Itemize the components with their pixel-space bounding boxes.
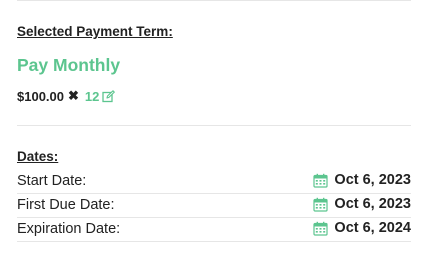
times-icon: ✖ xyxy=(68,88,79,103)
payment-amount-line: $100.00 ✖ 12 xyxy=(17,87,116,105)
payment-term-heading: Selected Payment Term: xyxy=(17,24,173,39)
payment-amount: $100.00 xyxy=(17,88,64,104)
payment-term-title: Pay Monthly xyxy=(17,55,121,75)
edit-icon[interactable] xyxy=(102,89,116,103)
calendar-icon xyxy=(313,197,329,212)
section-divider xyxy=(17,125,411,126)
date-label: Expiration Date: xyxy=(17,221,121,237)
date-value: Oct 6, 2024 xyxy=(313,220,411,236)
date-label: Start Date: xyxy=(17,173,87,189)
date-value: Oct 6, 2023 xyxy=(313,172,411,188)
date-row-expiration: Expiration Date: Oct 6, 2024 xyxy=(17,219,411,242)
date-row-start: Start Date: Oct 6, 2023 xyxy=(17,171,411,194)
date-text: Oct 6, 2023 xyxy=(334,196,411,212)
date-label: First Due Date: xyxy=(17,197,115,213)
date-text: Oct 6, 2023 xyxy=(334,172,411,188)
date-row-first-due: First Due Date: Oct 6, 2023 xyxy=(17,195,411,218)
dates-heading: Dates: xyxy=(17,149,59,164)
date-value: Oct 6, 2023 xyxy=(313,196,411,212)
calendar-icon xyxy=(313,221,329,236)
payment-count: 12 xyxy=(84,88,100,104)
calendar-icon xyxy=(313,173,329,188)
date-text: Oct 6, 2024 xyxy=(334,220,411,236)
top-divider xyxy=(17,0,411,1)
